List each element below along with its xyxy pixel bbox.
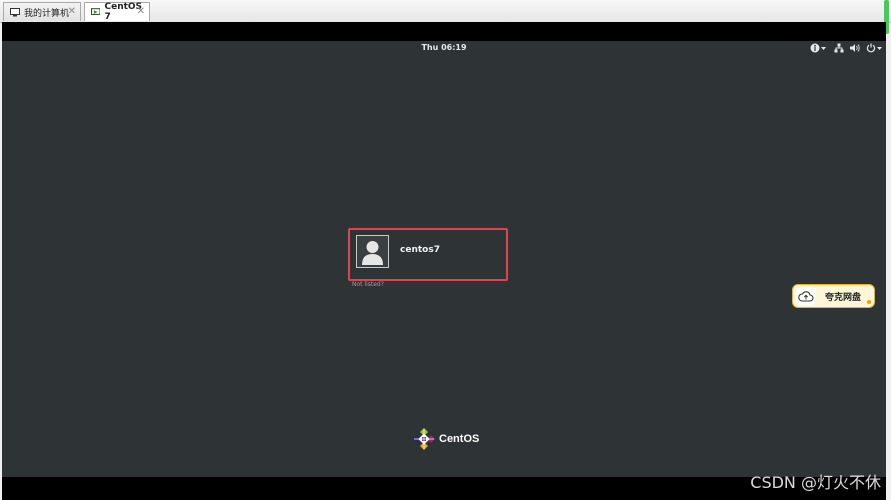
avatar [356, 235, 389, 268]
not-listed-link[interactable]: Not listed? [352, 281, 384, 288]
power-icon[interactable] [866, 43, 884, 53]
gnome-top-bar: Thu 06:19 [2, 41, 886, 55]
csdn-watermark: CSDN @灯火不休 [750, 473, 881, 492]
tab-label: 我的计算机 [24, 8, 70, 19]
quark-drive-popup[interactable]: 夸克网盘 [792, 284, 875, 308]
computer-icon [10, 7, 20, 16]
quark-drive-label: 夸克网盘 [825, 292, 862, 303]
vm-letterbox-top [2, 22, 886, 41]
vm-icon [91, 7, 101, 15]
tab-bar: 我的计算机 ✕ CentOS 7 ✕ [0, 0, 891, 34]
clock[interactable]: Thu 06:19 [2, 43, 886, 52]
tab-centos7[interactable]: CentOS 7 ✕ [84, 2, 150, 22]
volume-icon[interactable] [850, 43, 860, 53]
centos-logo: CentOS [413, 428, 479, 450]
accessibility-icon[interactable] [810, 43, 828, 53]
centos-logo-icon [413, 428, 435, 450]
network-icon[interactable] [834, 43, 844, 53]
user-entry[interactable]: centos7 [348, 228, 508, 281]
notification-dot [867, 300, 871, 304]
cloud-upload-icon [796, 287, 816, 305]
tab-my-computer[interactable]: 我的计算机 ✕ [3, 2, 81, 21]
close-icon[interactable]: ✕ [68, 6, 76, 17]
username-label: centos7 [400, 245, 440, 255]
centos-wordmark: CentOS [439, 433, 480, 445]
vm-screen[interactable]: Thu 06:19 centos7 Not listed? CentOS [2, 41, 886, 477]
close-icon[interactable]: ✕ [137, 6, 145, 17]
user-icon [362, 241, 383, 265]
status-area[interactable] [810, 42, 884, 54]
